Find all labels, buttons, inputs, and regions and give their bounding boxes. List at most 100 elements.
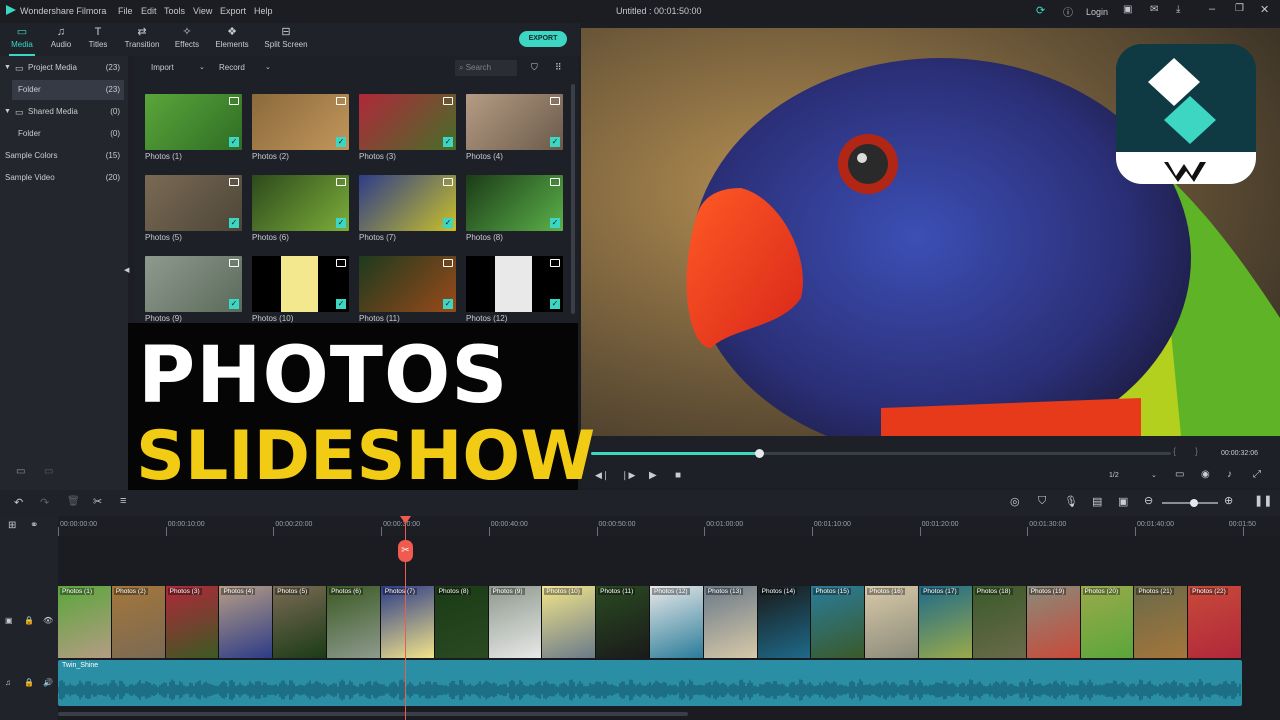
- maximize-icon[interactable]: ❐: [1235, 3, 1244, 14]
- menu-export[interactable]: Export: [220, 6, 246, 16]
- playhead-split-button[interactable]: ✂: [398, 540, 413, 562]
- collapse-arrow-icon[interactable]: ◀: [124, 266, 129, 274]
- media-item[interactable]: ✓ Photos (12): [466, 256, 563, 328]
- timeline-clip[interactable]: Photos (11): [596, 586, 650, 658]
- media-item[interactable]: ✓ Photos (1): [145, 94, 242, 166]
- timeline-clip[interactable]: Photos (18): [972, 586, 1027, 658]
- camera-icon[interactable]: ◉: [1201, 469, 1210, 480]
- record-dropdown[interactable]: Record ⌄: [211, 60, 275, 76]
- timeline-clip[interactable]: Photos (9): [488, 586, 543, 658]
- timeline-clip[interactable]: Photos (3): [165, 586, 220, 658]
- save-icon[interactable]: ▣: [1123, 4, 1132, 15]
- menu-file[interactable]: File: [118, 6, 133, 16]
- play-icon[interactable]: ▶: [649, 470, 657, 481]
- zoom-slider-handle[interactable]: [1190, 499, 1198, 507]
- microphone-icon[interactable]: 🎙: [1064, 495, 1078, 508]
- new-folder-icon[interactable]: ▭: [16, 466, 25, 477]
- sidebar-item-sample-colors[interactable]: Sample Colors (15): [0, 146, 128, 166]
- eye-icon[interactable]: 👁: [43, 616, 53, 625]
- timeline-clip[interactable]: Photos (16): [865, 586, 920, 658]
- timeline-clip[interactable]: Photos (1): [58, 586, 112, 658]
- media-item[interactable]: ✓ Photos (8): [466, 175, 563, 247]
- step-back-icon[interactable]: ◀❘: [595, 470, 609, 481]
- media-item[interactable]: ✓ Photos (4): [466, 94, 563, 166]
- sidebar-item-folder[interactable]: Folder (0): [0, 124, 128, 144]
- timeline-clip[interactable]: Photos (17): [919, 586, 973, 658]
- voiceover-icon[interactable]: ▤: [1092, 495, 1102, 508]
- timeline-clip[interactable]: Photos (22): [1188, 586, 1242, 658]
- snapshot-icon[interactable]: ▣: [1118, 495, 1128, 508]
- menu-view[interactable]: View: [193, 6, 212, 16]
- redo-icon[interactable]: ↷: [40, 496, 49, 509]
- timeline-clip[interactable]: Photos (15): [811, 586, 866, 658]
- timeline-clip[interactable]: Photos (4): [219, 586, 274, 658]
- timeline-clip[interactable]: Photos (20): [1080, 586, 1135, 658]
- timeline-clip[interactable]: Photos (6): [327, 586, 381, 658]
- scissors-icon[interactable]: ✂: [93, 495, 102, 508]
- mark-in-icon[interactable]: {: [1173, 446, 1176, 456]
- timeline-clip[interactable]: Photos (19): [1026, 586, 1081, 658]
- timeline-clip[interactable]: Photos (2): [111, 586, 166, 658]
- zoom-in-icon[interactable]: ⊕: [1224, 494, 1233, 507]
- lock-icon[interactable]: 🔒: [24, 616, 34, 625]
- timeline-clip[interactable]: Photos (21): [1134, 586, 1189, 658]
- chevron-down-icon[interactable]: ⌄: [1151, 471, 1157, 479]
- sync-icon[interactable]: ⟳: [1036, 4, 1045, 17]
- timeline-ruler[interactable]: 00:00:00:00 00:00:10:00 00:00:20:00 00:00:3…: [58, 516, 1280, 536]
- step-forward-icon[interactable]: ❘▶: [621, 470, 635, 481]
- import-dropdown[interactable]: Import ⌄: [143, 60, 207, 76]
- add-track-icon[interactable]: ⊞: [8, 520, 16, 531]
- timeline-clip[interactable]: Photos (5): [273, 586, 328, 658]
- tab-transition[interactable]: ⇄ Transition: [119, 23, 165, 56]
- grid-view-icon[interactable]: ⠿: [555, 62, 562, 73]
- sidebar-item-sample-video[interactable]: Sample Video (20): [0, 168, 128, 188]
- delete-icon[interactable]: 🗑: [67, 496, 80, 507]
- tab-elements[interactable]: ❖ Elements: [210, 23, 254, 56]
- timeline-layout-icon[interactable]: ❚❚: [1254, 494, 1272, 507]
- zoom-out-icon[interactable]: ⊖: [1144, 494, 1153, 507]
- login-link[interactable]: Login: [1086, 7, 1108, 17]
- volume-icon[interactable]: ♪: [1227, 469, 1232, 480]
- minimize-icon[interactable]: –: [1209, 3, 1215, 15]
- quality-dropdown[interactable]: 1/2: [1109, 472, 1119, 479]
- menu-help[interactable]: Help: [254, 6, 273, 16]
- media-item[interactable]: ✓ Photos (5): [145, 175, 242, 247]
- sidebar-item-folder-selected[interactable]: Folder (23): [12, 80, 124, 100]
- download-icon[interactable]: ⤓: [1176, 4, 1180, 15]
- playback-scrubber[interactable]: [755, 449, 765, 458]
- tab-split-screen[interactable]: ⊟ Split Screen: [262, 23, 310, 56]
- timeline-clip[interactable]: Photos (13): [703, 586, 758, 658]
- adjust-icon[interactable]: ≡: [120, 495, 126, 507]
- render-icon[interactable]: ◎: [1010, 495, 1020, 508]
- playback-progress-track[interactable]: [591, 452, 1171, 455]
- timeline-clip[interactable]: Photos (12): [650, 586, 704, 658]
- display-icon[interactable]: ▭: [1175, 469, 1184, 480]
- stop-icon[interactable]: ■: [675, 470, 681, 481]
- timeline-scrollbar[interactable]: [58, 712, 688, 716]
- timeline-clip[interactable]: Photos (8): [434, 586, 489, 658]
- media-item[interactable]: ✓ Photos (10): [252, 256, 349, 328]
- media-item[interactable]: ✓ Photos (2): [252, 94, 349, 166]
- marker-icon[interactable]: ⛉: [1038, 495, 1046, 508]
- mail-icon[interactable]: ✉: [1150, 4, 1158, 15]
- search-input[interactable]: ⌕ Search: [455, 60, 517, 76]
- fullscreen-icon[interactable]: ⤢: [1253, 469, 1261, 480]
- media-item[interactable]: ✓ Photos (9): [145, 256, 242, 328]
- media-item[interactable]: ✓ Photos (11): [359, 256, 456, 328]
- tab-titles[interactable]: T Titles: [76, 23, 120, 56]
- sidebar-item-project-media[interactable]: ▼ ▭ Project Media (23): [0, 58, 128, 78]
- export-button[interactable]: EXPORT: [519, 31, 567, 47]
- menu-edit[interactable]: Edit: [141, 6, 157, 16]
- tab-media[interactable]: ▭ Media: [0, 23, 44, 56]
- media-item[interactable]: ✓ Photos (3): [359, 94, 456, 166]
- timeline-clip[interactable]: Photos (7): [380, 586, 435, 658]
- mark-out-icon[interactable]: }: [1195, 446, 1198, 456]
- audio-clip[interactable]: Twin_Shine: [58, 660, 1242, 706]
- tab-effects[interactable]: ✧ Effects: [165, 23, 209, 56]
- speaker-icon[interactable]: 🔊: [43, 678, 53, 687]
- undo-icon[interactable]: ↶: [14, 496, 23, 509]
- media-item[interactable]: ✓ Photos (7): [359, 175, 456, 247]
- folder-outline-icon[interactable]: ▭: [44, 466, 53, 477]
- media-item[interactable]: ✓ Photos (6): [252, 175, 349, 247]
- sidebar-item-shared-media[interactable]: ▼ ▭ Shared Media (0): [0, 102, 128, 122]
